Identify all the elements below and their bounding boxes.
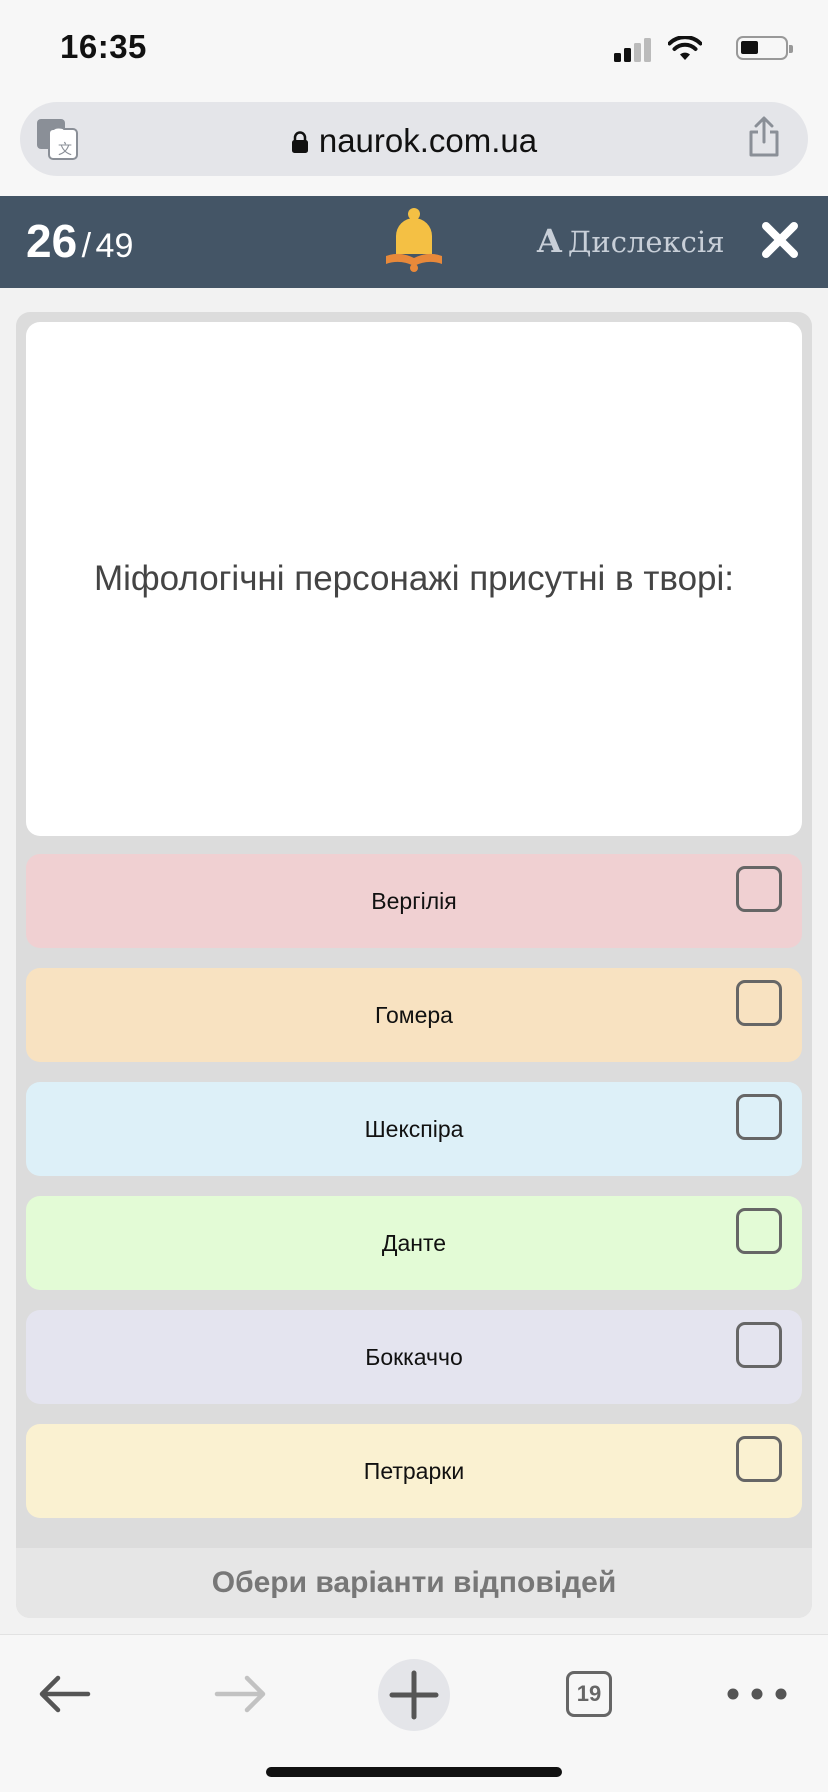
answer-option[interactable]: Боккаччо xyxy=(26,1310,802,1404)
answer-option[interactable]: Шекспіра xyxy=(26,1082,802,1176)
dyslexia-icon: A xyxy=(537,222,562,260)
answer-option-label: Вергілія xyxy=(371,887,457,914)
answer-option[interactable]: Вергілія xyxy=(26,854,802,948)
browser-address-row: G 文 naurok.com.ua xyxy=(0,90,828,196)
home-indicator xyxy=(266,1767,562,1777)
answer-option[interactable]: Гомера xyxy=(26,968,802,1062)
submit-label: Обери варіанти відповідей xyxy=(211,1566,617,1599)
quiz-content: Міфологічні персонажі присутні в творі: … xyxy=(16,312,812,1618)
page: 16:35 G 文 naurok.com.ua 26 / 49 A Дислек… xyxy=(0,0,828,1792)
dyslexia-label: Дислексія xyxy=(567,225,725,259)
answer-checkbox[interactable] xyxy=(736,866,782,912)
close-icon[interactable] xyxy=(760,220,800,260)
counter-separator: / xyxy=(81,227,92,265)
answer-option-label: Боккаччо xyxy=(365,1343,463,1370)
total-questions: 49 xyxy=(95,227,134,265)
answer-option-label: Гомера xyxy=(375,1001,453,1028)
plus-icon xyxy=(389,1670,439,1720)
answer-checkbox[interactable] xyxy=(736,1094,782,1140)
answer-checkbox[interactable] xyxy=(736,1436,782,1482)
question-card: Міфологічні персонажі присутні в творі: xyxy=(26,322,802,836)
question-counter: 26 / 49 xyxy=(26,214,133,268)
new-tab-button[interactable] xyxy=(378,1659,450,1731)
status-time: 16:35 xyxy=(60,28,147,65)
answer-checkbox[interactable] xyxy=(736,980,782,1026)
more-menu-icon[interactable] xyxy=(722,1659,792,1729)
current-question-number: 26 xyxy=(26,215,78,267)
answer-checkbox[interactable] xyxy=(736,1208,782,1254)
status-bar: 16:35 xyxy=(0,0,828,90)
answer-options: Вергілія Гомера Шекспіра Данте Боккаччо … xyxy=(26,854,802,1538)
dyslexia-toggle[interactable]: A Дислексія xyxy=(537,222,725,260)
forward-arrow-icon[interactable] xyxy=(205,1659,275,1729)
address-bar[interactable]: G 文 naurok.com.ua xyxy=(20,102,808,176)
answer-option-label: Шекспіра xyxy=(364,1115,464,1142)
back-arrow-icon[interactable] xyxy=(30,1659,100,1729)
answer-option[interactable]: Данте xyxy=(26,1196,802,1290)
status-icons xyxy=(594,34,794,64)
answer-option-label: Петрарки xyxy=(363,1457,465,1484)
battery-icon xyxy=(736,36,793,60)
share-icon[interactable] xyxy=(746,116,782,158)
question-text: Міфологічні персонажі присутні в творі: xyxy=(93,559,735,598)
bell-logo-icon xyxy=(386,208,442,272)
quiz-header: 26 / 49 A Дислексія xyxy=(0,196,828,288)
browser-toolbar: 19 xyxy=(0,1634,828,1792)
answer-option-label: Данте xyxy=(381,1229,447,1256)
tabs-button[interactable]: 19 xyxy=(555,1659,625,1729)
url-text: naurok.com.ua xyxy=(318,122,538,159)
tabs-count: 19 xyxy=(566,1671,612,1717)
wifi-icon xyxy=(668,36,702,60)
cellular-signal-icon xyxy=(614,38,654,62)
submit-answers-button[interactable]: Обери варіанти відповідей xyxy=(16,1548,812,1618)
url-display[interactable]: naurok.com.ua xyxy=(20,122,808,160)
answer-option[interactable]: Петрарки xyxy=(26,1424,802,1518)
answer-checkbox[interactable] xyxy=(736,1322,782,1368)
lock-icon xyxy=(291,131,308,153)
